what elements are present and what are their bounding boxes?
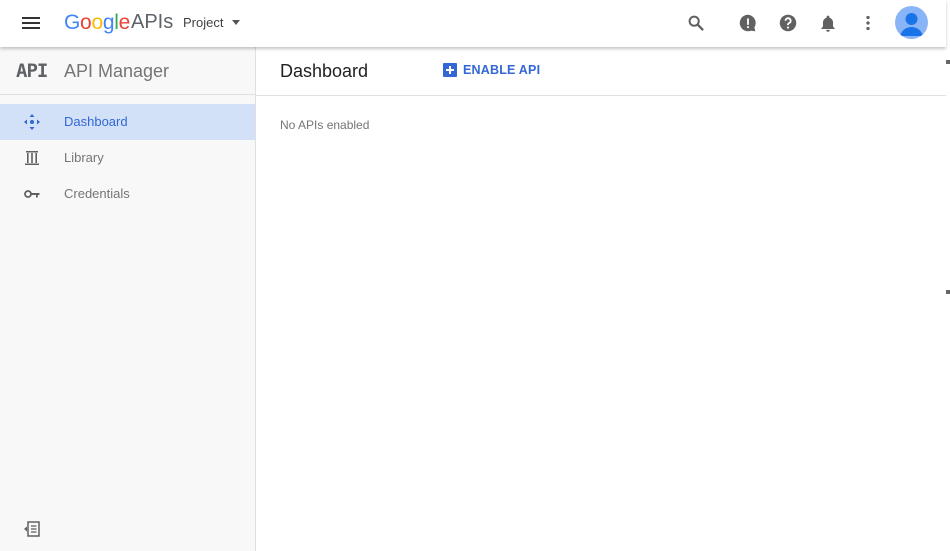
logo-suffix[interactable]: APIs (131, 11, 173, 34)
sidebar: API API Manager Dashboard Library Creden… (0, 47, 256, 551)
sidebar-item-dashboard[interactable]: Dashboard (0, 104, 255, 140)
top-app-bar: Google APIs Project (0, 0, 946, 47)
main-header: Dashboard ENABLE API (256, 47, 946, 96)
sidebar-item-label: Library (64, 150, 104, 165)
search-icon[interactable] (685, 12, 707, 34)
enable-api-label: ENABLE API (463, 63, 541, 77)
enable-api-button[interactable]: ENABLE API (443, 63, 540, 77)
sidebar-title: API Manager (64, 61, 170, 81)
feedback-icon[interactable] (737, 12, 759, 34)
page-title: Dashboard (280, 61, 369, 81)
empty-state-message: No APIs enabled (280, 118, 370, 132)
project-selector[interactable]: Project (183, 15, 241, 30)
help-icon[interactable] (777, 12, 799, 34)
avatar-icon[interactable] (895, 6, 928, 39)
add-box-icon (443, 63, 457, 77)
main-content: Dashboard ENABLE API No APIs enabled (256, 47, 946, 551)
library-icon (23, 149, 41, 167)
sidebar-item-library[interactable]: Library (0, 140, 255, 176)
sidebar-header: API API Manager (0, 47, 255, 95)
menu-icon[interactable] (19, 13, 43, 33)
more-vert-icon[interactable] (857, 12, 879, 34)
sidebar-item-credentials[interactable]: Credentials (0, 176, 255, 212)
edge-artifact (946, 60, 950, 64)
caret-down-icon (232, 20, 241, 25)
sidebar-item-label: Credentials (64, 186, 130, 201)
sidebar-item-label: Dashboard (64, 114, 128, 129)
key-icon (23, 185, 41, 203)
edge-artifact (946, 290, 950, 294)
project-label: Project (183, 15, 224, 30)
dashboard-icon (23, 113, 41, 131)
notifications-icon[interactable] (817, 12, 839, 34)
api-logo-mark: API (16, 60, 48, 82)
google-logo[interactable]: Google (64, 11, 130, 35)
collapse-sidebar-icon[interactable] (23, 520, 41, 538)
